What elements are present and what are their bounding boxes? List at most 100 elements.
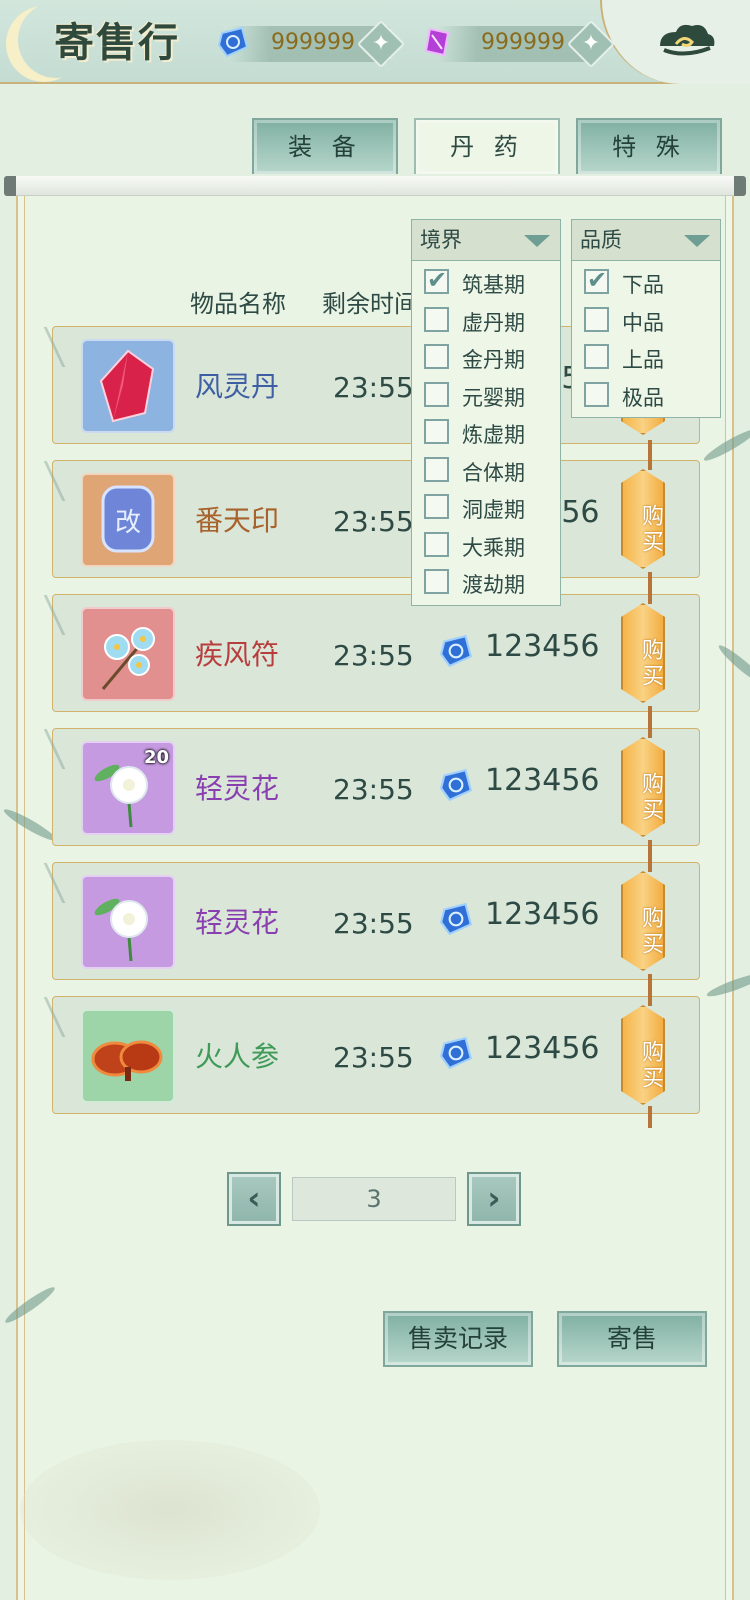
option-label: 炼虚期	[462, 423, 525, 447]
checkbox[interactable]	[584, 344, 609, 369]
item-name: 疾风符	[195, 638, 280, 671]
quality-filter-dropdown: 品质 下品 中品 上品 极品	[571, 219, 721, 418]
buy-button[interactable]: 购买	[621, 737, 665, 837]
item-time: 23:55	[333, 907, 414, 940]
buy-button-label: 购买	[638, 504, 663, 556]
prev-page-button[interactable]: ‹	[227, 1172, 281, 1226]
checkbox[interactable]	[424, 419, 449, 444]
stack-count-badge: 20	[143, 747, 169, 768]
option-label: 渡劫期	[462, 573, 525, 597]
checkbox[interactable]	[424, 456, 449, 482]
item-icon-box: 改	[81, 473, 175, 567]
item-name: 轻灵花	[195, 906, 280, 939]
item-price: 123456	[485, 629, 600, 664]
realm-filter-header[interactable]: 境界	[411, 219, 561, 261]
item-price: 123456	[485, 1031, 600, 1066]
blue-gem-icon	[440, 768, 473, 802]
quality-option-mid[interactable]: 中品	[572, 301, 720, 339]
quality-option-low[interactable]: 下品	[572, 263, 720, 301]
option-label: 极品	[622, 385, 664, 410]
tab-equipment[interactable]: 装 备	[252, 118, 398, 174]
quality-options-list: 下品 中品 上品 极品	[571, 261, 721, 418]
currency-purple-amount: 999999	[481, 30, 565, 55]
tassel-decoration	[648, 1106, 652, 1128]
checkbox[interactable]	[424, 569, 449, 594]
realm-filter-dropdown: 境界 筑基期 虚丹期 金丹期 元婴期 炼虚期 合体期 洞虚期 大乘期 渡劫期	[411, 219, 561, 606]
checkbox[interactable]	[424, 494, 449, 519]
cloud-icon[interactable]	[654, 18, 718, 62]
list-item[interactable]: 改 番天印 23:55 123456 购买	[43, 460, 700, 578]
option-label: 金丹期	[462, 348, 525, 372]
buy-button[interactable]: 购买	[621, 469, 665, 569]
item-icon-box	[81, 607, 175, 701]
option-label: 筑基期	[462, 273, 525, 297]
item-name: 番天印	[195, 504, 280, 537]
consign-button[interactable]: 寄售	[557, 1311, 707, 1367]
realm-option-yuanying[interactable]: 元婴期	[412, 376, 560, 414]
list-item[interactable]: 火人参 23:55 123456 购买	[43, 996, 700, 1114]
blue-flower-icon	[101, 627, 155, 690]
buy-button[interactable]: 购买	[621, 1005, 665, 1105]
item-icon-box	[81, 1009, 175, 1103]
mist-decoration	[20, 1440, 320, 1580]
tassel-decoration	[648, 840, 652, 872]
item-icon-box: 20	[81, 741, 175, 835]
list-item[interactable]: 轻灵花 23:55 123456 购买	[43, 862, 700, 980]
option-label: 下品	[622, 273, 664, 297]
checkbox[interactable]	[424, 266, 449, 294]
blue-gem-icon	[440, 634, 473, 668]
option-label: 大乘期	[462, 535, 525, 560]
item-icon-box	[81, 339, 175, 433]
quality-option-high[interactable]: 上品	[572, 338, 720, 376]
realm-options-list: 筑基期 虚丹期 金丹期 元婴期 炼虚期 合体期 洞虚期 大乘期 渡劫期	[411, 261, 561, 606]
chevron-right-icon: ›	[487, 1179, 501, 1217]
buy-button-label: 购买	[638, 638, 663, 690]
checkbox[interactable]	[424, 344, 449, 369]
sales-record-button[interactable]: 售卖记录	[383, 1311, 533, 1367]
currency-blue-amount: 999999	[271, 30, 355, 55]
quality-option-top[interactable]: 极品	[572, 376, 720, 414]
option-label: 上品	[622, 348, 664, 372]
item-name: 轻灵花	[195, 772, 280, 805]
realm-option-dujie[interactable]: 渡劫期	[412, 563, 560, 601]
tassel-decoration	[648, 440, 652, 470]
red-crystal-icon	[99, 349, 155, 423]
checkbox[interactable]	[584, 306, 609, 332]
buy-button-label: 购买	[638, 1040, 663, 1092]
buy-button-label: 购买	[638, 772, 663, 824]
realm-option-jindan[interactable]: 金丹期	[412, 338, 560, 376]
option-label: 元婴期	[462, 385, 525, 410]
realm-option-zhuji[interactable]: 筑基期	[412, 263, 560, 301]
buy-button[interactable]: 购买	[621, 603, 665, 703]
scroll-top-edge	[16, 176, 734, 196]
blue-gem-icon	[440, 1036, 473, 1070]
chevron-down-icon	[684, 235, 710, 247]
realm-option-dongxu[interactable]: 洞虚期	[412, 488, 560, 526]
next-page-button[interactable]: ›	[467, 1172, 521, 1226]
item-name: 风灵丹	[195, 370, 280, 403]
list-item[interactable]: 疾风符 23:55 123456 购买	[43, 594, 700, 712]
page-number: 3	[292, 1177, 456, 1221]
realm-option-dacheng[interactable]: 大乘期	[412, 526, 560, 564]
checkbox[interactable]	[424, 306, 449, 332]
checkbox[interactable]	[584, 266, 609, 294]
buy-button[interactable]: 购买	[621, 871, 665, 971]
item-name: 火人参	[195, 1040, 280, 1073]
realm-option-lianxu[interactable]: 炼虚期	[412, 413, 560, 451]
checkbox[interactable]	[424, 381, 449, 407]
list-item[interactable]: 20 轻灵花 23:55 123456 购买	[43, 728, 700, 846]
quality-filter-label: 品质	[580, 228, 622, 252]
checkbox[interactable]	[424, 531, 449, 557]
seal-icon: 改	[101, 485, 155, 553]
realm-option-heti[interactable]: 合体期	[412, 451, 560, 489]
tab-special[interactable]: 特 殊	[576, 118, 722, 174]
blue-gem-icon	[217, 26, 249, 58]
purple-gem-icon	[424, 27, 450, 57]
item-price: 123456	[485, 897, 600, 932]
realm-option-xudan[interactable]: 虚丹期	[412, 301, 560, 339]
checkbox[interactable]	[584, 381, 609, 407]
item-time: 23:55	[333, 773, 414, 806]
tab-pills[interactable]: 丹 药	[414, 118, 560, 174]
quality-filter-header[interactable]: 品质	[571, 219, 721, 261]
option-label: 中品	[622, 310, 664, 335]
